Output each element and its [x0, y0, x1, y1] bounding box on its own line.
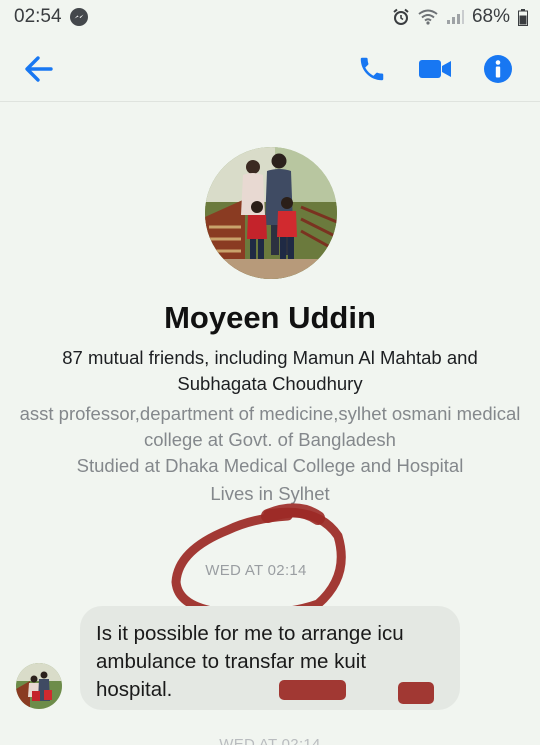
status-right: 68% — [392, 6, 528, 28]
message-text: Is it possible for me to arrange icu amb… — [96, 622, 404, 701]
alarm-icon — [392, 8, 410, 26]
sender-avatar-image — [16, 663, 62, 709]
profile-photo[interactable] — [205, 147, 337, 279]
conversation-header — [0, 36, 540, 102]
signal-icon — [446, 9, 464, 25]
mutual-friends: 87 mutual friends, including Mamun Al Ma… — [62, 347, 478, 394]
education-info: Studied at Dhaka Medical College and Hos… — [76, 455, 464, 476]
redaction-mark — [279, 680, 346, 700]
sender-avatar[interactable] — [16, 663, 62, 709]
info-icon[interactable] — [481, 52, 515, 86]
status-left: 02:54 — [14, 6, 88, 28]
video-camera-icon[interactable] — [418, 52, 452, 86]
work-info: asst professor,department of medicine,sy… — [19, 403, 521, 450]
contact-name: Moyeen Uddin — [164, 300, 376, 335]
location-info: Lives in Sylhet — [210, 483, 330, 504]
family-photo-illustration — [205, 147, 337, 279]
wifi-icon — [418, 9, 438, 25]
battery-icon — [518, 8, 528, 26]
status-bar: 02:54 68% — [0, 0, 540, 34]
phone-icon[interactable] — [355, 52, 389, 86]
redaction-mark — [398, 682, 434, 704]
clock: 02:54 — [14, 6, 62, 27]
message-timestamp: WED AT 02:14 — [205, 562, 307, 579]
next-timestamp: WED AT 02:14 — [219, 736, 321, 745]
messenger-icon — [69, 8, 88, 26]
battery-percent: 68% — [471, 6, 510, 27]
back-arrow-icon[interactable] — [22, 52, 56, 86]
